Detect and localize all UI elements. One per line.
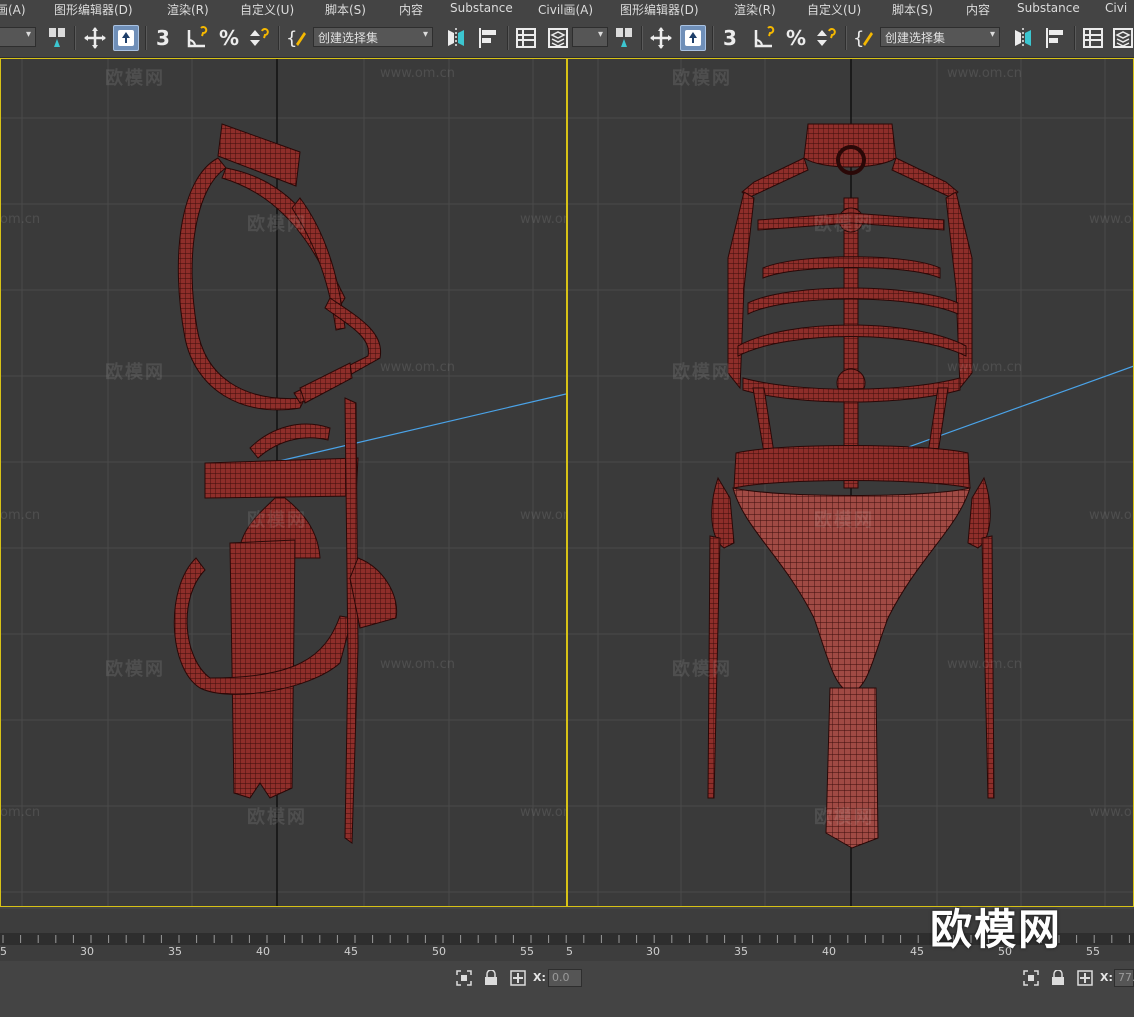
ruler-label: 40 bbox=[822, 945, 836, 958]
chevron-down-icon: ▾ bbox=[422, 29, 428, 40]
svg-text:{: { bbox=[853, 28, 864, 49]
select-object-icon-2[interactable] bbox=[680, 25, 706, 51]
angle-snap-icon[interactable] bbox=[184, 25, 210, 51]
selection-lock-icon[interactable] bbox=[455, 969, 473, 987]
layer-explorer-icon-2[interactable] bbox=[1110, 25, 1134, 51]
menu-civil-animation[interactable]: Civil画(A) bbox=[538, 1, 593, 18]
ruler-label: 50 bbox=[432, 945, 446, 958]
corner-watermark-logo: 欧模网 bbox=[930, 905, 1063, 954]
selection-filter-dropdown[interactable]: ▾ bbox=[0, 27, 36, 47]
main-toolbar: ▾ 3 % { 创建选择集 ▾ ▾ 3 % {创建选择集 ▾ bbox=[0, 20, 1134, 58]
selection-filter-dropdown-2[interactable]: ▾ bbox=[572, 27, 608, 47]
scene-explorer-icon-2[interactable] bbox=[1080, 25, 1106, 51]
menu-graph-editors-2[interactable]: 图形编辑器(D) bbox=[620, 1, 699, 18]
chevron-down-icon: ▾ bbox=[989, 29, 995, 40]
ruler-label: 30 bbox=[646, 945, 660, 958]
align-icon[interactable] bbox=[475, 25, 501, 51]
named-selection-set-dropdown[interactable]: 创建选择集 ▾ bbox=[313, 27, 433, 47]
right-viewport-canvas bbox=[568, 58, 1134, 907]
status-bar: X: 0.0 X: 77. bbox=[0, 961, 1134, 1017]
absolute-mode-icon-2[interactable] bbox=[1076, 969, 1094, 987]
menu-content[interactable]: 内容 bbox=[399, 1, 423, 18]
align-icon-2[interactable] bbox=[1042, 25, 1068, 51]
menu-substance[interactable]: Substance bbox=[450, 1, 513, 15]
spinner-snap-icon-2[interactable] bbox=[813, 25, 839, 51]
snap-3d-icon[interactable]: 3 bbox=[150, 25, 176, 51]
percent-snap-icon[interactable]: % bbox=[216, 25, 242, 51]
mirror-icon[interactable] bbox=[443, 25, 469, 51]
layer-explorer-icon[interactable] bbox=[545, 25, 571, 51]
chevron-down-icon: ▾ bbox=[25, 29, 31, 40]
menu-civil-2[interactable]: Civi bbox=[1105, 1, 1127, 15]
absolute-mode-icon[interactable] bbox=[509, 969, 527, 987]
move-icon[interactable] bbox=[82, 25, 108, 51]
menu-rendering-2[interactable]: 渲染(R) bbox=[734, 1, 776, 18]
ruler-label: 40 bbox=[256, 945, 270, 958]
menu-bar: 画(A) 图形编辑器(D) 渲染(R) 自定义(U) 脚本(S) 内容 Subs… bbox=[0, 0, 1134, 20]
chevron-down-icon: ▾ bbox=[597, 29, 603, 40]
named-selection-set-dropdown-2[interactable]: 创建选择集 ▾ bbox=[880, 27, 1000, 47]
menu-substance-2[interactable]: Substance bbox=[1017, 1, 1080, 15]
ruler-label: 5 bbox=[0, 945, 7, 958]
spinner-snap-icon[interactable] bbox=[246, 25, 272, 51]
x-coord-field[interactable]: 0.0 bbox=[548, 969, 582, 987]
menu-content-2[interactable]: 内容 bbox=[966, 1, 990, 18]
left-viewport-canvas bbox=[0, 58, 566, 907]
select-by-name-icon-2[interactable] bbox=[611, 25, 637, 51]
selection-lock-icon-2[interactable] bbox=[1022, 969, 1040, 987]
menu-scripting[interactable]: 脚本(S) bbox=[325, 1, 366, 18]
select-object-icon[interactable] bbox=[113, 25, 139, 51]
ruler-label: 35 bbox=[734, 945, 748, 958]
light-target-line bbox=[877, 365, 1134, 459]
mirror-icon-2[interactable] bbox=[1010, 25, 1036, 51]
harness-mesh-side bbox=[173, 123, 398, 844]
edit-named-selections-icon[interactable]: { bbox=[285, 25, 311, 51]
viewport-left[interactable]: 欧模网 www.om.cn om.cn 欧模网 www.om.cn 欧模网 ww… bbox=[0, 58, 566, 907]
menu-customize-2[interactable]: 自定义(U) bbox=[807, 1, 861, 18]
ruler-label: 5 bbox=[566, 945, 573, 958]
viewport-right[interactable]: 欧模网 www.om.cn 欧模网 www.om.cn 欧模网 www.om.c… bbox=[568, 58, 1134, 907]
ruler-label: 30 bbox=[80, 945, 94, 958]
menu-scripting-2[interactable]: 脚本(S) bbox=[892, 1, 933, 18]
angle-snap-icon-2[interactable] bbox=[751, 25, 777, 51]
snap-3d-icon-2[interactable]: 3 bbox=[717, 25, 743, 51]
select-by-name-icon[interactable] bbox=[44, 25, 70, 51]
brief-mesh bbox=[732, 487, 971, 849]
ruler-label: 35 bbox=[168, 945, 182, 958]
padlock-icon-2[interactable] bbox=[1049, 969, 1067, 987]
x-coord-label: X: bbox=[533, 971, 546, 984]
scene-explorer-icon[interactable] bbox=[513, 25, 539, 51]
ruler-label: 45 bbox=[910, 945, 924, 958]
move-icon-2[interactable] bbox=[648, 25, 674, 51]
x-coord-field-2[interactable]: 77. bbox=[1114, 969, 1134, 987]
menu-customize[interactable]: 自定义(U) bbox=[240, 1, 294, 18]
ruler-label: 55 bbox=[1086, 945, 1100, 958]
menu-graph-editors[interactable]: 图形编辑器(D) bbox=[54, 1, 133, 18]
percent-snap-icon-2[interactable]: % bbox=[783, 25, 809, 51]
ruler-label: 55 bbox=[520, 945, 534, 958]
edit-named-selections-icon-2[interactable]: { bbox=[852, 25, 878, 51]
menu-animation[interactable]: 画(A) bbox=[0, 1, 26, 18]
svg-text:{: { bbox=[286, 28, 297, 49]
ruler-label: 45 bbox=[344, 945, 358, 958]
x-coord-label-2: X: bbox=[1100, 971, 1113, 984]
padlock-icon[interactable] bbox=[482, 969, 500, 987]
menu-rendering[interactable]: 渲染(R) bbox=[167, 1, 209, 18]
viewport-divider bbox=[566, 58, 568, 907]
